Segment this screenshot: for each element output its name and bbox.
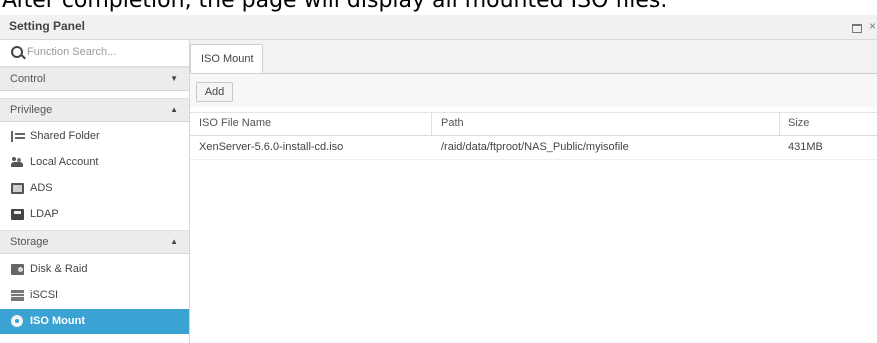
chevron-up-icon: ▲ <box>170 237 178 246</box>
sidebar-item-label: iSCSI <box>30 289 59 301</box>
main-content: ISO Mount Add ISO File Name Path Size Xe… <box>190 40 877 343</box>
section-control[interactable]: Control ▼ <box>0 67 189 91</box>
column-header-size[interactable]: Size <box>788 117 809 129</box>
column-divider <box>779 113 780 135</box>
sidebar-item-iscsi[interactable]: iSCSI <box>0 283 189 308</box>
section-privilege[interactable]: Privilege ▲ <box>0 98 189 122</box>
section-storage[interactable]: Storage ▲ <box>0 230 189 254</box>
sidebar: Control ▼ Privilege ▲ Shared Folder Loca… <box>0 40 190 343</box>
panel-header: Setting Panel × <box>0 15 877 40</box>
close-icon[interactable]: × <box>869 19 876 33</box>
sidebar-item-local-account[interactable]: Local Account <box>0 150 189 175</box>
sidebar-item-label: Shared Folder <box>30 130 100 142</box>
sidebar-item-disk-raid[interactable]: Disk & Raid <box>0 257 189 282</box>
sidebar-item-label: ADS <box>30 182 53 194</box>
local-account-icon <box>11 157 24 168</box>
sidebar-item-ads[interactable]: ADS <box>0 176 189 201</box>
sidebar-item-label: Disk & Raid <box>30 263 88 275</box>
disk-raid-icon <box>11 264 24 275</box>
tab-iso-mount[interactable]: ISO Mount <box>190 44 263 73</box>
iscsi-icon <box>11 290 24 301</box>
ldap-icon <box>11 209 24 220</box>
ads-icon <box>11 183 24 194</box>
sidebar-item-ldap[interactable]: LDAP <box>0 202 189 227</box>
section-label: Privilege <box>10 104 53 116</box>
column-header-iso-file-name[interactable]: ISO File Name <box>199 117 271 129</box>
instruction-caption: After completion, the page will display … <box>2 0 668 13</box>
chevron-down-icon: ▼ <box>170 74 178 83</box>
sidebar-item-label: ISO Mount <box>30 315 85 327</box>
shared-folder-icon <box>11 131 26 142</box>
restore-icon[interactable] <box>852 24 862 33</box>
search-icon <box>11 46 23 58</box>
column-divider <box>431 113 432 135</box>
table-row[interactable]: XenServer-5.6.0-install-cd.iso /raid/dat… <box>190 135 877 160</box>
section-label: Storage <box>10 236 49 248</box>
sidebar-item-label: LDAP <box>30 208 59 220</box>
tab-label: ISO Mount <box>201 53 254 65</box>
sidebar-item-shared-folder[interactable]: Shared Folder <box>0 124 189 149</box>
column-header-path[interactable]: Path <box>441 117 464 129</box>
function-search <box>0 40 189 67</box>
sidebar-item-iso-mount[interactable]: ISO Mount <box>0 309 189 334</box>
cell-path: /raid/data/ftproot/NAS_Public/myisofile <box>441 141 629 153</box>
add-button[interactable]: Add <box>196 82 233 102</box>
cell-iso-file-name: XenServer-5.6.0-install-cd.iso <box>199 141 344 153</box>
table-header: ISO File Name Path Size <box>190 112 877 136</box>
search-input[interactable] <box>27 43 177 61</box>
iso-mount-icon <box>11 315 23 327</box>
chevron-up-icon: ▲ <box>170 105 178 114</box>
section-label: Control <box>10 73 46 85</box>
panel-title: Setting Panel <box>9 19 86 33</box>
toolbar: Add <box>190 74 877 107</box>
sidebar-item-label: Local Account <box>30 156 99 168</box>
tab-bar: ISO Mount <box>190 40 877 74</box>
cell-size: 431MB <box>788 141 823 153</box>
